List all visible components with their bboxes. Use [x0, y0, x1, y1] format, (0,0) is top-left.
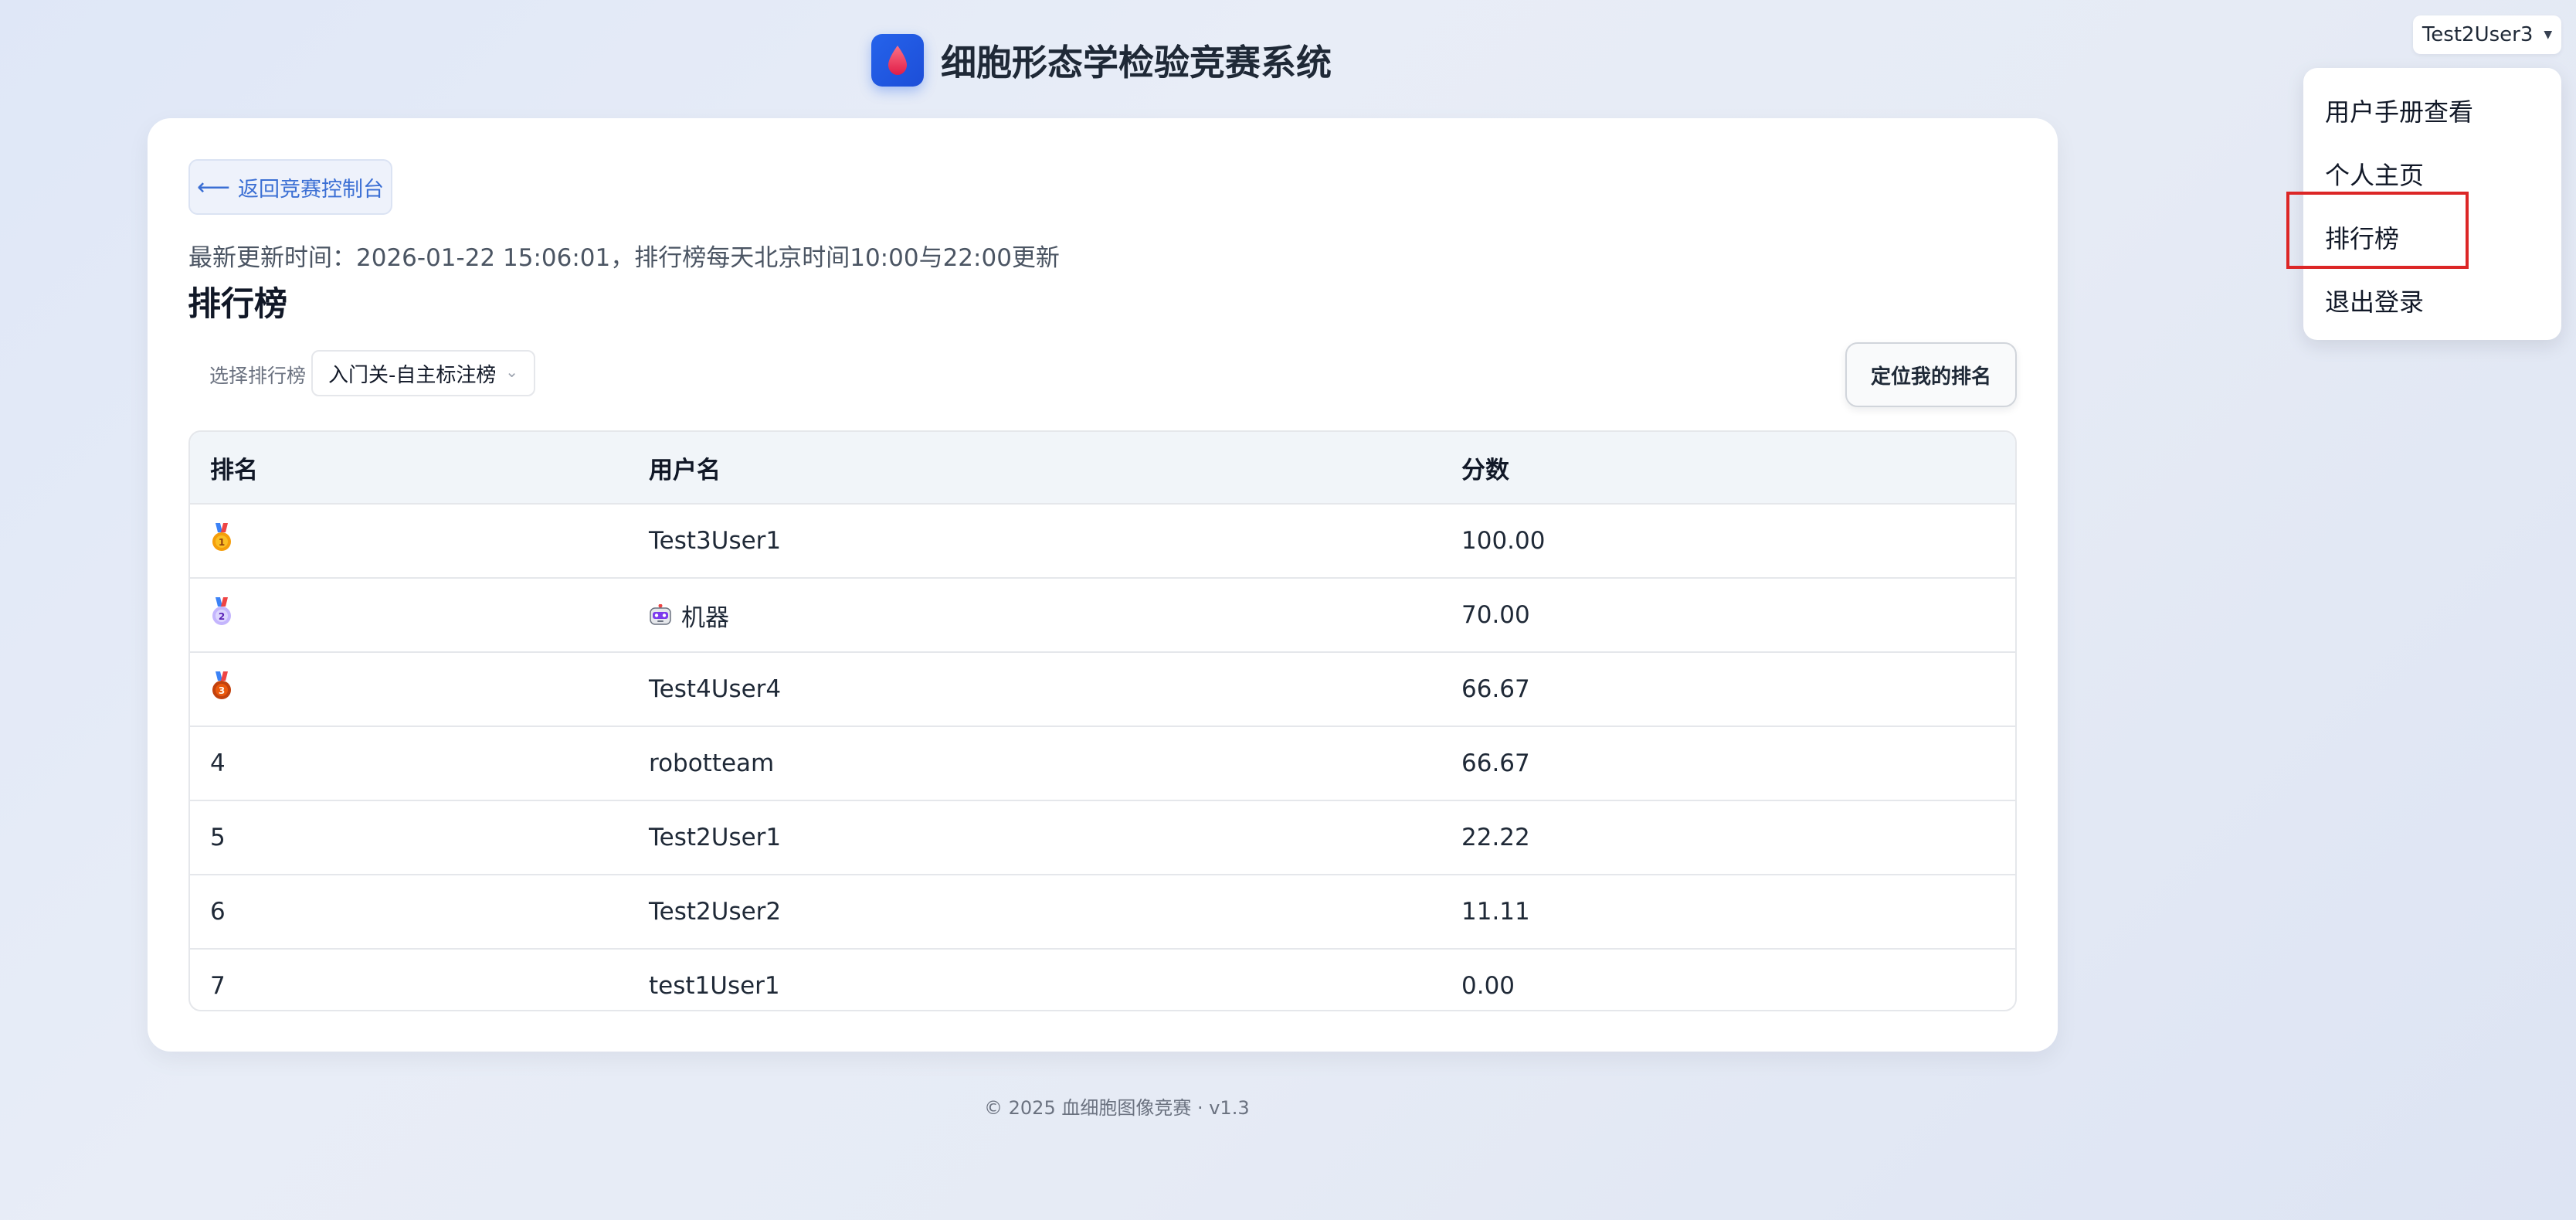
- user-menu-button[interactable]: Test2User3 ▼: [2413, 15, 2561, 54]
- table-row: 1 Test3User1 100.00: [190, 505, 2015, 579]
- score-cell: 0.00: [1461, 972, 1515, 1000]
- arrow-left-icon: ⟵: [196, 173, 230, 201]
- username-cell: robotteam: [649, 749, 775, 777]
- menu-item-logout[interactable]: 退出登录: [2325, 283, 2424, 318]
- page-title: 排行榜: [188, 285, 287, 324]
- gold-medal-icon: 1: [210, 523, 233, 559]
- score-cell: 22.22: [1461, 824, 1530, 851]
- username-cell: Test4User4: [649, 675, 782, 703]
- leaderboard-card: ⟵ 返回竞赛控制台 最新更新时间：2026-01-22 15:06:01，排行榜…: [148, 118, 2058, 1052]
- app-title: 细胞形态学检验竞赛系统: [941, 42, 1332, 83]
- menu-item-user-manual[interactable]: 用户手册查看: [2325, 93, 2473, 128]
- table-row: 3 Test4User4 66.67: [190, 653, 2015, 727]
- blood-drop-icon: [871, 34, 924, 87]
- app-header: 细胞形态学检验竞赛系统: [871, 34, 1332, 87]
- score-cell: 11.11: [1461, 898, 1530, 926]
- robot-icon: [649, 603, 672, 626]
- table-header: 排名 用户名 分数: [190, 432, 2015, 505]
- rank-cell: 2: [210, 579, 233, 651]
- username-cell: test1User1: [649, 972, 780, 1000]
- rank-cell: 5: [210, 824, 226, 851]
- rank-cell: 6: [210, 898, 226, 926]
- caret-down-icon: ▼: [2544, 29, 2553, 41]
- leaderboard-table: 排名 用户名 分数 1 Test3User1 100.00 2 机器 70.00…: [188, 430, 2017, 1011]
- bronze-medal-icon: 3: [210, 671, 233, 707]
- update-time-text: 最新更新时间：2026-01-22 15:06:01，排行榜每天北京时间10:0…: [188, 244, 1060, 272]
- score-cell: 66.67: [1461, 675, 1530, 703]
- back-button-label: 返回竞赛控制台: [238, 177, 384, 202]
- column-header-score: 分数: [1461, 456, 1509, 484]
- column-header-username: 用户名: [649, 456, 721, 484]
- rank-cell: 3: [210, 653, 233, 726]
- table-row: 6 Test2User2 11.11: [190, 875, 2015, 950]
- username-text: 机器: [681, 603, 729, 632]
- score-cell: 70.00: [1461, 601, 1530, 629]
- silver-medal-icon: 2: [210, 597, 233, 633]
- select-value: 入门关-自主标注榜: [328, 363, 497, 387]
- chevron-down-icon: ⌄: [505, 362, 518, 381]
- username-cell: Test2User2: [649, 898, 782, 926]
- username-label: Test2User3: [2422, 23, 2534, 46]
- user-dropdown-menu: 用户手册查看 个人主页 排行榜 退出登录: [2303, 68, 2561, 340]
- svg-text:2: 2: [219, 611, 225, 622]
- rank-cell: 1: [210, 505, 233, 577]
- rank-cell: 7: [210, 972, 226, 1000]
- menu-item-leaderboard[interactable]: 排行榜: [2325, 219, 2399, 255]
- menu-item-profile[interactable]: 个人主页: [2325, 156, 2424, 192]
- score-cell: 100.00: [1461, 527, 1546, 555]
- username-cell: Test3User1: [649, 527, 782, 555]
- username-cell: 机器: [649, 579, 729, 651]
- table-row: 2 机器 70.00: [190, 579, 2015, 653]
- rank-cell: 4: [210, 749, 226, 777]
- score-cell: 66.67: [1461, 749, 1530, 777]
- leaderboard-select[interactable]: 入门关-自主标注榜 ⌄: [311, 350, 535, 396]
- select-leaderboard-label: 选择排行榜: [209, 365, 307, 387]
- table-row: 4 robotteam 66.67: [190, 727, 2015, 801]
- column-header-rank: 排名: [210, 456, 258, 484]
- svg-text:3: 3: [219, 685, 225, 696]
- footer-text: © 2025 血细胞图像竞赛 · v1.3: [984, 1097, 1250, 1119]
- locate-my-rank-button[interactable]: 定位我的排名: [1845, 342, 2017, 407]
- svg-text:1: 1: [219, 537, 225, 548]
- table-row: 5 Test2User1 22.22: [190, 801, 2015, 875]
- table-row: 7 test1User1 0.00: [190, 950, 2015, 1010]
- back-to-console-button[interactable]: ⟵ 返回竞赛控制台: [188, 159, 392, 215]
- username-cell: Test2User1: [649, 824, 782, 851]
